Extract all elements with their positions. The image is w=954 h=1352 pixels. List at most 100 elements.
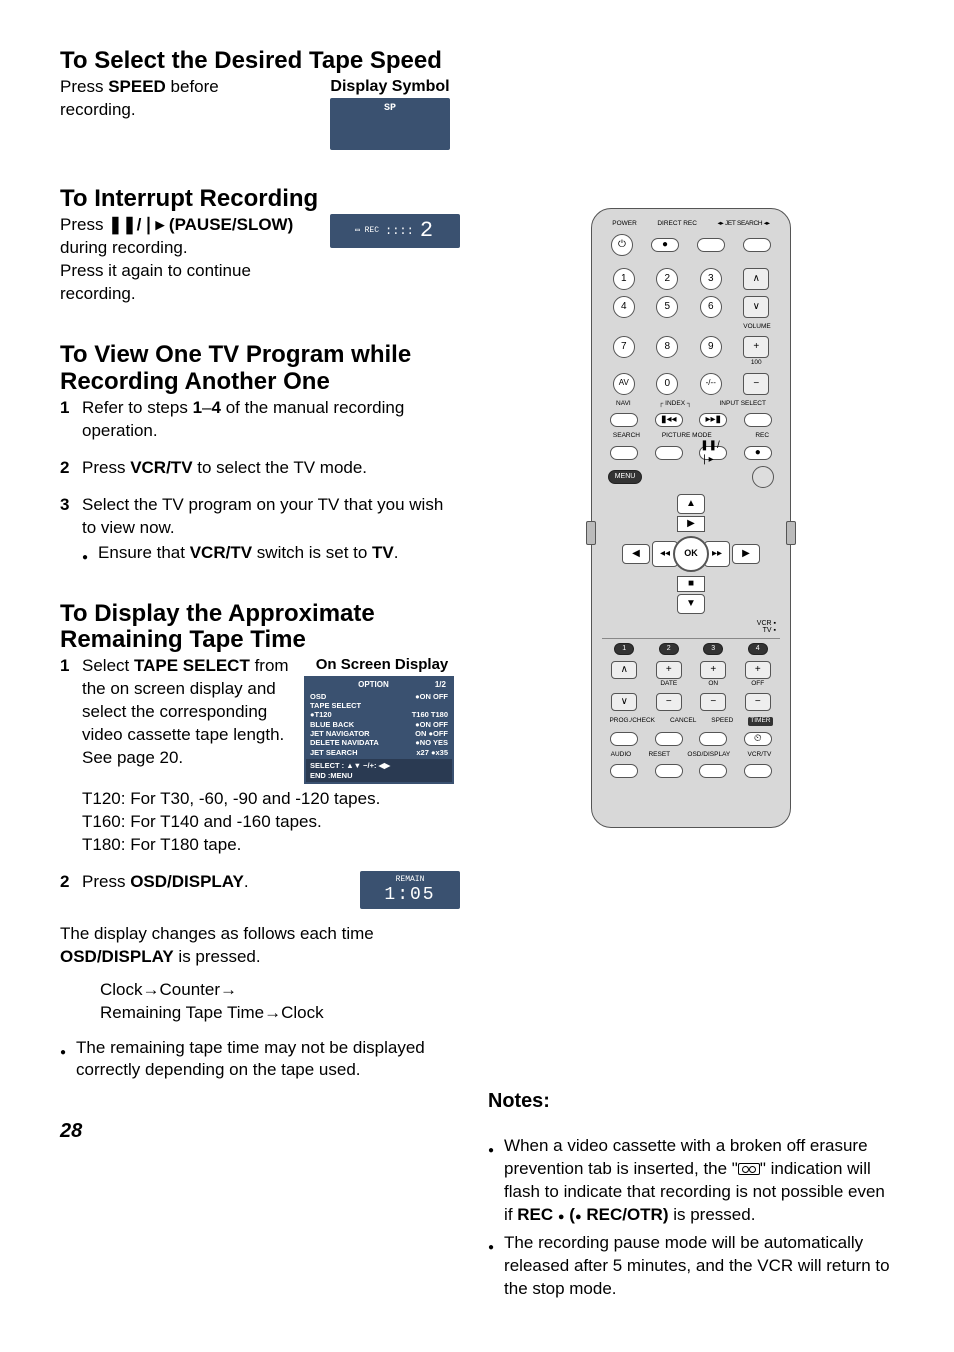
hundred-plus[interactable]: +	[743, 336, 769, 358]
interrupt-body: Press ❚❚/❘▸ (PAUSE/SLOW) during recordin…	[60, 214, 310, 306]
remote-illustration: POWER DIRECT REC ◂▸ JET SEARCH ◂▸ ⏻ ● 1 …	[591, 208, 791, 828]
speed-button[interactable]	[699, 732, 727, 746]
play-button[interactable]: ▶	[677, 516, 705, 532]
display-remain: REMAIN 1:05	[360, 871, 460, 909]
remote-label: DATE	[656, 681, 682, 688]
t: Press	[82, 872, 130, 891]
step-body: Press VCR/TV to select the TV mode.	[82, 457, 460, 480]
t: VCR/TV	[130, 458, 192, 477]
remote-label: INPUT SELECT	[720, 401, 766, 408]
search-button[interactable]	[610, 446, 638, 460]
left-button[interactable]: ◀	[622, 544, 650, 564]
remote-label: ON	[700, 681, 726, 688]
notes: Notes: When a video cassette with a brok…	[488, 1088, 894, 1301]
t: switch is set to	[252, 543, 372, 562]
t: is pressed.	[174, 947, 261, 966]
num-7[interactable]: 7	[613, 336, 635, 358]
navi-button[interactable]	[610, 413, 638, 427]
t: .	[394, 543, 399, 562]
small-1[interactable]: 1	[614, 643, 634, 655]
right-button[interactable]: ▶	[732, 544, 760, 564]
num-9[interactable]: 9	[700, 336, 722, 358]
vol-down[interactable]: ∨	[743, 296, 769, 318]
step-num: 2	[60, 871, 74, 909]
cancel-button[interactable]	[655, 732, 683, 746]
num-2[interactable]: 2	[656, 268, 678, 290]
picture-mode-button[interactable]	[655, 446, 683, 460]
display-symbol-label: Display Symbol	[320, 76, 460, 98]
small-2[interactable]: 2	[659, 643, 679, 655]
on-plus[interactable]: +	[700, 661, 726, 679]
display-rec: ▭ REC :::: 2	[330, 214, 460, 248]
dash-button[interactable]: -/--	[700, 373, 722, 395]
jet-search-fwd-button[interactable]	[743, 238, 771, 252]
num-0[interactable]: 0	[656, 373, 678, 395]
prog-check-button[interactable]	[610, 732, 638, 746]
t: to select the TV mode.	[193, 458, 368, 477]
t: Select	[82, 656, 134, 675]
direct-rec-button[interactable]: ●	[651, 238, 679, 252]
t: Press it again to continue recording.	[60, 260, 310, 306]
menu-button[interactable]: MENU	[608, 470, 642, 484]
remote-label: SEARCH	[613, 433, 640, 440]
small-3[interactable]: 3	[703, 643, 723, 655]
off-plus[interactable]: +	[745, 661, 771, 679]
off-minus[interactable]: −	[745, 693, 771, 711]
remote-label: RESET	[648, 752, 670, 759]
down-button[interactable]: ▼	[677, 594, 705, 614]
t: Ensure that	[98, 543, 190, 562]
vcr-tv-button[interactable]	[744, 764, 772, 778]
small-4[interactable]: 4	[748, 643, 768, 655]
ch-dn[interactable]: ∨	[611, 693, 637, 711]
t: Clock→Counter→	[100, 979, 460, 1002]
remote-label: AUDIO	[611, 752, 632, 759]
index-rev-button[interactable]: ▮◂◂	[655, 413, 683, 427]
input-select-button[interactable]	[744, 413, 772, 427]
t: OSD	[310, 692, 326, 701]
heading-speed: To Select the Desired Tape Speed	[60, 48, 460, 74]
step-num: 3	[60, 494, 74, 565]
hundred-minus[interactable]: −	[743, 373, 769, 395]
t: Press	[60, 77, 108, 96]
rec-button[interactable]: ●	[744, 446, 772, 460]
index-fwd-button[interactable]: ▸▸▮	[699, 413, 727, 427]
bullet-icon	[60, 1037, 70, 1083]
num-8[interactable]: 8	[656, 336, 678, 358]
vol-up[interactable]: ∧	[743, 268, 769, 290]
audio-button[interactable]	[610, 764, 638, 778]
aux-button[interactable]	[752, 466, 774, 488]
av-button[interactable]: AV	[613, 373, 635, 395]
pause-icon: ❚❚/❘▸	[108, 215, 164, 234]
num-5[interactable]: 5	[656, 296, 678, 318]
pause-slow-button[interactable]: ❚❚/❘▸	[699, 446, 727, 460]
osd-display-button[interactable]	[699, 764, 727, 778]
step-num: 1	[60, 655, 74, 784]
timer-button[interactable]: ⏲	[744, 732, 772, 746]
ch-up[interactable]: ∧	[611, 661, 637, 679]
num-1[interactable]: 1	[613, 268, 635, 290]
page-number: 28	[60, 1118, 460, 1145]
jet-search-rev-button[interactable]	[697, 238, 725, 252]
num-6[interactable]: 6	[700, 296, 722, 318]
on-minus[interactable]: −	[700, 693, 726, 711]
remote-label: 100	[743, 360, 769, 367]
date-plus[interactable]: +	[656, 661, 682, 679]
cassette-icon	[738, 1163, 760, 1175]
power-button[interactable]: ⏻	[611, 234, 633, 256]
t: during recording.	[60, 237, 310, 260]
remote-label: SPEED	[711, 718, 733, 725]
ok-button[interactable]: OK	[673, 536, 709, 572]
tape-line: T180: For T180 tape.	[82, 834, 460, 857]
num-3[interactable]: 3	[700, 268, 722, 290]
num-4[interactable]: 4	[613, 296, 635, 318]
reset-button[interactable]	[655, 764, 683, 778]
remote-label: VCR/TV	[748, 752, 772, 759]
heading-interrupt: To Interrupt Recording	[60, 186, 460, 212]
date-minus[interactable]: −	[656, 693, 682, 711]
t: is pressed.	[669, 1205, 756, 1224]
stop-button[interactable]: ■	[677, 576, 705, 592]
step-body: Select TAPE SELECT from the on screen di…	[82, 655, 460, 784]
up-button[interactable]: ▲	[677, 494, 705, 514]
osd-panel: OPTION1/2 OSD●ON OFF TAPE SELECT ●T120T1…	[304, 676, 454, 784]
bullet-icon	[488, 1135, 498, 1227]
